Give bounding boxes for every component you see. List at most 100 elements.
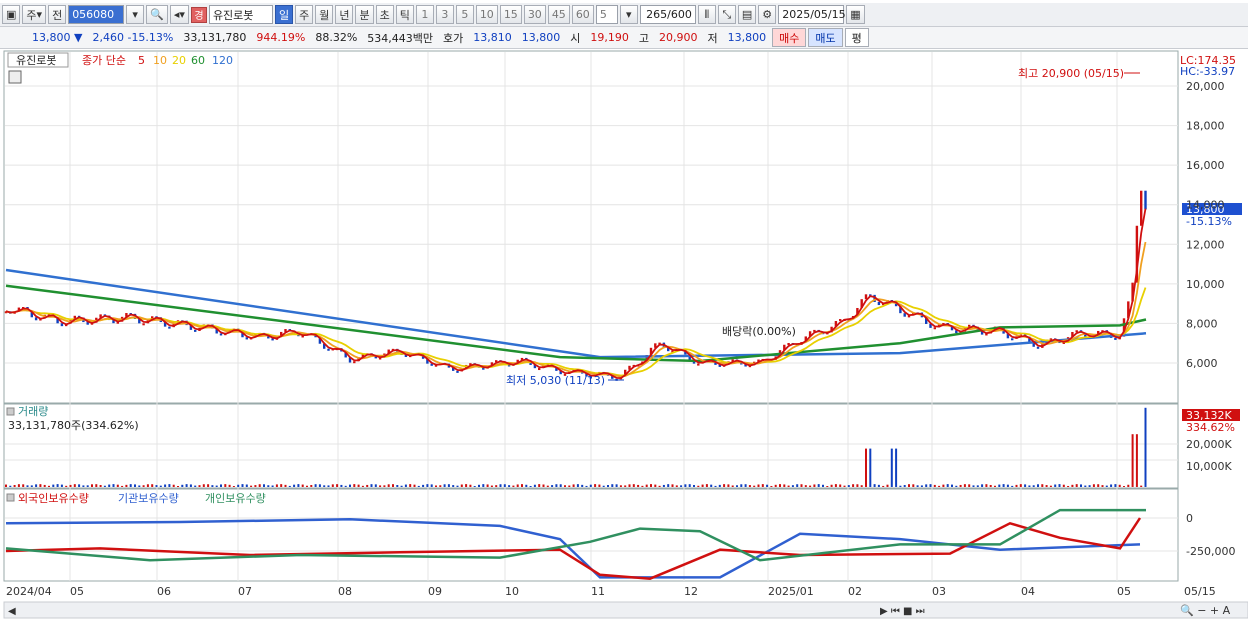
volume-bar <box>744 484 747 487</box>
volume-bar <box>684 484 687 487</box>
volume-bar <box>1015 484 1018 487</box>
playback-controls-icon[interactable]: ▶ ⏮ ■ ⏭ <box>880 606 925 617</box>
x-axis-label: 05 <box>70 585 84 598</box>
period-year[interactable]: 년 <box>335 5 354 24</box>
volume-bar <box>697 485 700 487</box>
volume-bar <box>1140 485 1143 487</box>
interval-1[interactable]: 1 <box>415 5 434 24</box>
volume-bar <box>280 484 283 487</box>
volume-bar <box>637 484 640 487</box>
speaker-icon[interactable]: ◂▾ <box>169 5 189 24</box>
volume-bar <box>95 484 98 487</box>
interval-dropdown-icon[interactable]: ▾ <box>619 5 638 24</box>
code-dropdown-icon[interactable]: ▾ <box>126 5 145 24</box>
volume-bar <box>413 484 416 487</box>
interval-45[interactable]: 45 <box>547 5 570 24</box>
volume-bar <box>645 484 648 487</box>
price-tick: 12,000 <box>1186 238 1225 251</box>
compare-select[interactable]: 전 <box>48 5 67 24</box>
volume-bar <box>379 485 382 487</box>
holdings-toggle-icon[interactable] <box>6 493 15 502</box>
volume-bar <box>680 485 683 487</box>
interval-10[interactable]: 10 <box>475 5 498 24</box>
calendar-icon[interactable]: ▦ <box>846 5 865 24</box>
volume-bar <box>942 484 945 487</box>
volume-bar <box>1045 485 1048 487</box>
volume-bar <box>314 484 317 487</box>
date-input[interactable]: 2025/05/15 <box>778 5 846 24</box>
scroll-left-icon[interactable]: ◀ <box>8 606 16 617</box>
volume-bar <box>1135 434 1138 487</box>
interval-5[interactable]: 5 <box>455 5 474 24</box>
x-axis-label: 05/15 <box>1184 585 1216 598</box>
volume-bar <box>830 484 833 487</box>
period-week[interactable]: 주 <box>295 5 314 24</box>
sell-button[interactable]: 매도 <box>808 28 843 47</box>
interval-3[interactable]: 3 <box>435 5 454 24</box>
volume-toggle-icon[interactable] <box>6 407 15 416</box>
search-icon[interactable]: 🔍 <box>146 5 168 24</box>
candle <box>697 363 700 366</box>
candle <box>1140 190 1143 226</box>
layout-icon[interactable]: ▣ <box>2 5 21 24</box>
interval-15[interactable]: 15 <box>499 5 522 24</box>
volume-bar <box>834 484 837 487</box>
custom-interval-input[interactable]: 5 <box>595 5 618 24</box>
volume-bar <box>822 484 824 487</box>
interval-60[interactable]: 60 <box>571 5 594 24</box>
x-axis-label: 2024/04 <box>6 585 52 598</box>
volume-bar <box>1049 485 1052 487</box>
settings-icon[interactable]: ⚙ <box>758 5 777 24</box>
trendline-icon[interactable]: ⤡ <box>717 5 736 24</box>
low-price: 13,800 <box>727 31 767 44</box>
volume-bar <box>288 485 291 487</box>
volume-bar <box>976 485 979 487</box>
interval-30[interactable]: 30 <box>523 5 546 24</box>
volume-bar <box>469 484 472 487</box>
volume-bar <box>714 485 717 487</box>
volume-bar <box>499 484 502 487</box>
volume-bar <box>473 485 476 487</box>
holdings-foreign-label: 외국인보유수량 <box>18 492 89 505</box>
period-type-select[interactable]: 주 ▾ <box>22 5 47 24</box>
open-label: 시 <box>570 31 581 45</box>
volume-bar <box>1088 485 1091 487</box>
volume-bar <box>503 484 506 487</box>
price-tick: 10,000 <box>1186 278 1225 291</box>
chart-area: 유진로봇 종가 단순 5 10 20 60 120 LC:174.35 HC:-… <box>0 50 1248 621</box>
volume-tick-20000k: 20,000K <box>1186 438 1232 451</box>
volume-bar <box>581 484 584 487</box>
quote-label: 호가 <box>443 31 464 45</box>
volume-bar <box>121 485 124 487</box>
candle <box>456 370 459 373</box>
volume-bar <box>508 485 511 487</box>
volume-bar <box>899 485 902 487</box>
volume-bar <box>1032 485 1035 487</box>
candle <box>538 368 541 371</box>
scrollbar[interactable] <box>3 601 1248 619</box>
volume-bar <box>516 484 519 487</box>
period-tick[interactable]: 틱 <box>395 5 414 24</box>
volume-bar <box>946 484 949 487</box>
eval-button[interactable]: 평 <box>844 28 869 47</box>
stock-code-input[interactable]: 056080 <box>68 5 125 24</box>
holdings-tick-0: 0 <box>1186 512 1193 525</box>
volume-bar <box>576 484 579 487</box>
period-month[interactable]: 월 <box>315 5 334 24</box>
buy-button[interactable]: 매수 <box>772 28 807 47</box>
volume-bar <box>374 484 377 487</box>
candle-style-icon[interactable]: ⫴ <box>697 5 716 24</box>
volume-bar <box>301 484 304 487</box>
period-second[interactable]: 초 <box>375 5 394 24</box>
volume-bar <box>628 484 631 487</box>
volume-bar <box>877 484 880 487</box>
bar-count-input[interactable]: 265/600 <box>639 5 696 24</box>
chart-svg[interactable]: 유진로봇 종가 단순 5 10 20 60 120 LC:174.35 HC:-… <box>0 50 1248 621</box>
period-day[interactable]: 일 <box>274 5 294 24</box>
volume-bar <box>512 485 515 487</box>
stock-name-field[interactable]: 유진로봇 <box>208 5 273 24</box>
zoom-controls-icon[interactable]: 🔍 − + A <box>1180 603 1231 617</box>
period-minute[interactable]: 분 <box>355 5 374 24</box>
data-table-icon[interactable] <box>8 70 22 84</box>
save-icon[interactable]: ▤ <box>737 5 757 24</box>
